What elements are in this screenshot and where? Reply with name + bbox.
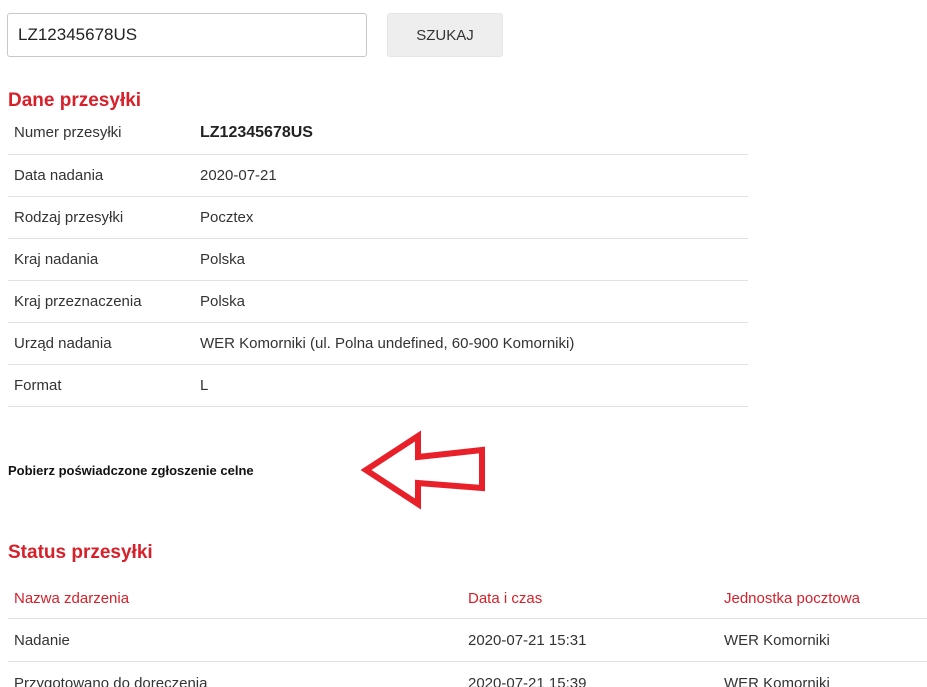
details-row: Format L	[8, 364, 748, 407]
status-datetime: 2020-07-21 15:31	[462, 618, 718, 662]
column-header-event: Nazwa zdarzenia	[8, 578, 462, 619]
status-postal-unit: WER Komorniki	[718, 618, 927, 662]
details-row: Kraj nadania Polska	[8, 238, 748, 281]
details-label: Urząd nadania	[8, 322, 194, 365]
details-label: Kraj przeznaczenia	[8, 280, 194, 323]
status-row: Nadanie 2020-07-21 15:31 WER Komorniki	[8, 618, 927, 662]
details-value: 2020-07-21	[194, 154, 748, 197]
search-button[interactable]: SZUKAJ	[387, 13, 503, 57]
details-row: Kraj przeznaczenia Polska	[8, 280, 748, 323]
status-row: Przygotowano do doręczenia 2020-07-21 15…	[8, 661, 927, 687]
status-event: Przygotowano do doręczenia	[8, 661, 462, 687]
details-value: LZ12345678US	[194, 112, 748, 155]
shipment-status-table: Nazwa zdarzenia Data i czas Jednostka po…	[8, 578, 927, 687]
status-event: Nadanie	[8, 618, 462, 662]
column-header-datetime: Data i czas	[462, 578, 718, 619]
details-row: Numer przesyłki LZ12345678US	[8, 112, 748, 155]
status-postal-unit: WER Komorniki	[718, 661, 927, 687]
details-label: Rodzaj przesyłki	[8, 196, 194, 239]
details-row: Rodzaj przesyłki Pocztex	[8, 196, 748, 239]
column-header-postal-unit: Jednostka pocztowa	[718, 578, 927, 619]
details-label: Numer przesyłki	[8, 112, 194, 155]
details-value: Polska	[194, 238, 748, 281]
details-label: Kraj nadania	[8, 238, 194, 281]
shipment-details-table: Numer przesyłki LZ12345678US Data nadani…	[8, 112, 748, 407]
shipment-details-heading: Dane przesyłki	[8, 90, 142, 111]
status-datetime: 2020-07-21 15:39	[462, 661, 718, 687]
status-header-row: Nazwa zdarzenia Data i czas Jednostka po…	[8, 578, 927, 619]
details-row: Data nadania 2020-07-21	[8, 154, 748, 197]
download-customs-declaration-link[interactable]: Pobierz poświadczone zgłoszenie celne	[8, 463, 254, 478]
details-value: WER Komorniki (ul. Polna undefined, 60-9…	[194, 322, 748, 365]
details-label: Format	[8, 364, 194, 407]
details-row: Urząd nadania WER Komorniki (ul. Polna u…	[8, 322, 748, 365]
details-value: Pocztex	[194, 196, 748, 239]
shipment-status-heading: Status przesyłki	[8, 542, 153, 563]
tracking-number-input[interactable]	[7, 13, 367, 57]
details-label: Data nadania	[8, 154, 194, 197]
details-value: Polska	[194, 280, 748, 323]
left-arrow-outline-icon	[360, 430, 485, 510]
details-value: L	[194, 364, 748, 407]
